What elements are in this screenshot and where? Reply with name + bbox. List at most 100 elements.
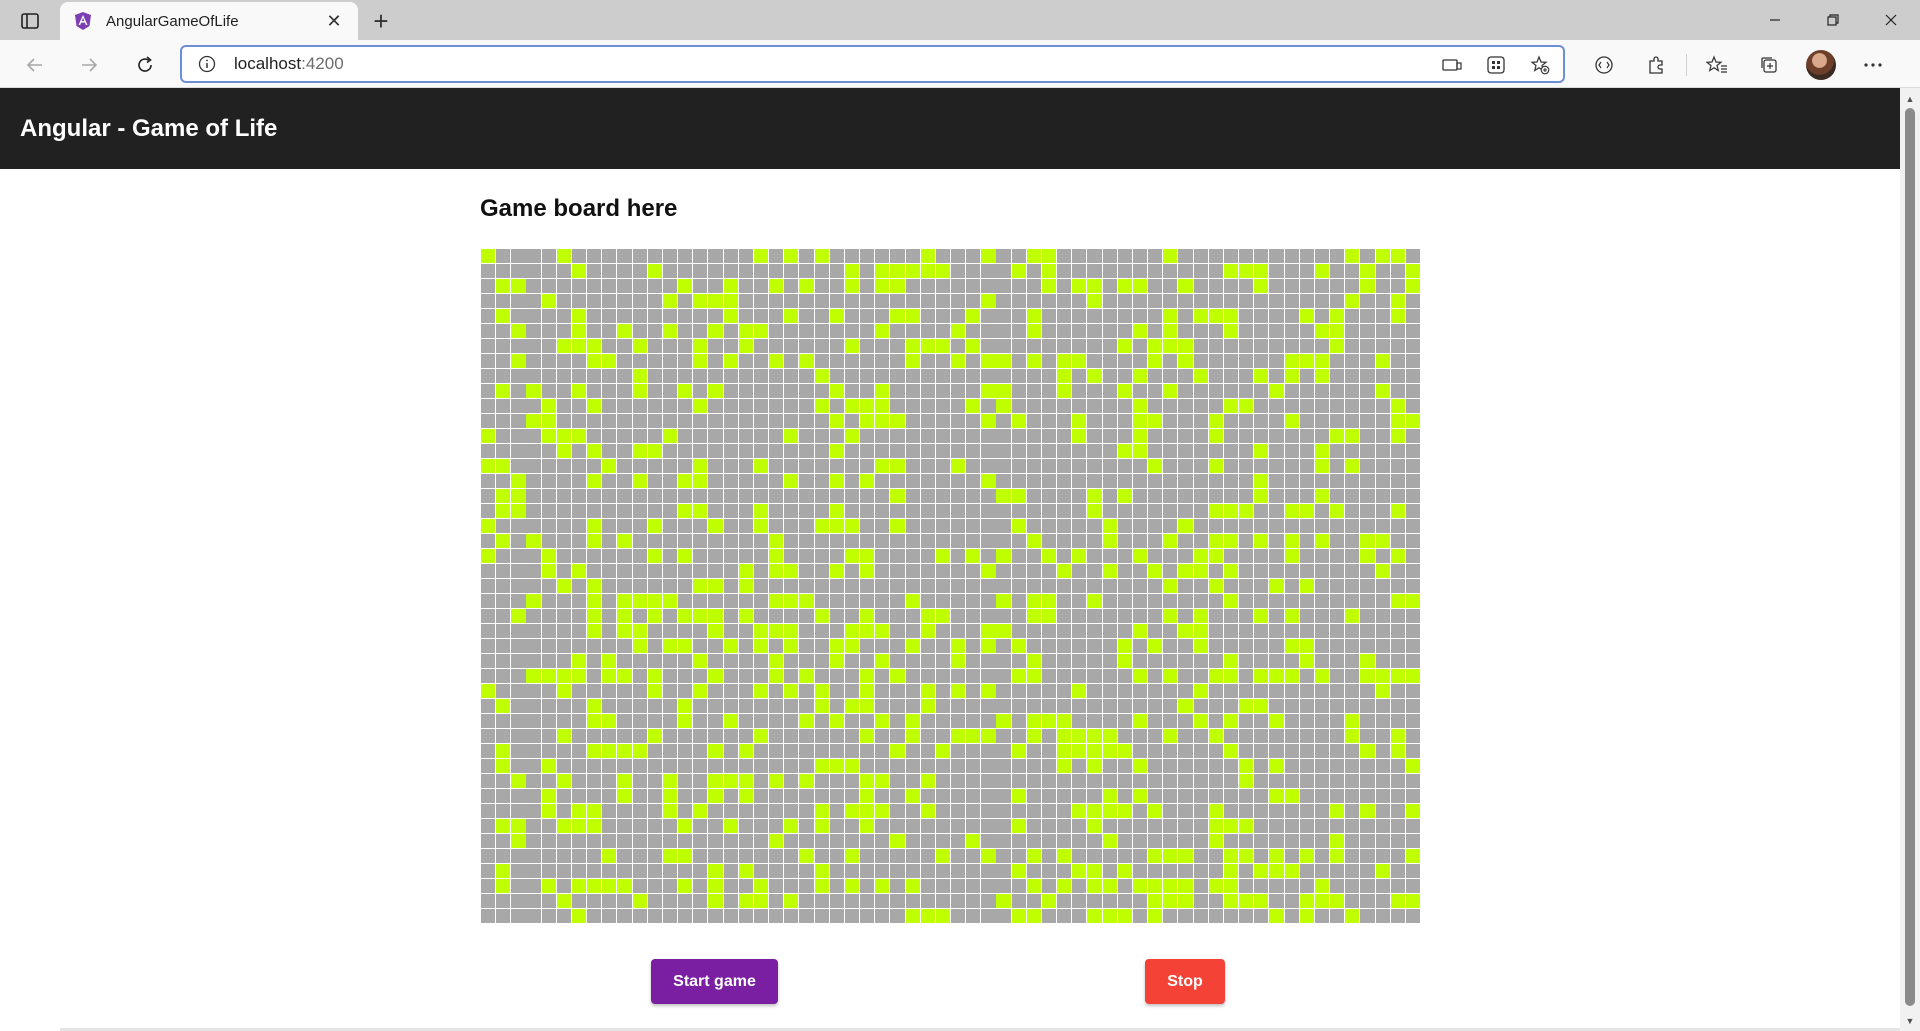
board-cell[interactable]: [1072, 518, 1087, 534]
board-cell[interactable]: [860, 713, 875, 729]
board-cell[interactable]: [769, 653, 784, 669]
board-cell[interactable]: [1072, 818, 1087, 834]
board-cell[interactable]: [738, 908, 753, 924]
board-cell[interactable]: [875, 563, 890, 579]
board-cell[interactable]: [1239, 713, 1254, 729]
board-cell[interactable]: [602, 413, 617, 429]
board-cell[interactable]: [1011, 563, 1026, 579]
board-cell[interactable]: [1254, 323, 1269, 339]
board-cell[interactable]: [693, 293, 708, 309]
board-cell[interactable]: [1360, 398, 1375, 414]
board-cell[interactable]: [784, 713, 799, 729]
board-cell[interactable]: [1223, 668, 1239, 684]
board-cell[interactable]: [1163, 668, 1178, 684]
board-cell[interactable]: [1269, 803, 1284, 819]
board-cell[interactable]: [1087, 248, 1102, 264]
board-cell[interactable]: [1208, 443, 1223, 459]
board-cell[interactable]: [1375, 878, 1390, 894]
board-cell[interactable]: [481, 698, 496, 714]
board-cell[interactable]: [875, 908, 890, 924]
board-cell[interactable]: [799, 398, 814, 414]
board-cell[interactable]: [784, 593, 799, 609]
board-cell[interactable]: [1163, 368, 1178, 384]
board-cell[interactable]: [1360, 668, 1375, 684]
board-cell[interactable]: [814, 788, 829, 804]
board-cell[interactable]: [708, 623, 723, 639]
board-cell[interactable]: [814, 683, 829, 699]
board-cell[interactable]: [1026, 533, 1041, 549]
board-cell[interactable]: [1163, 383, 1178, 399]
board-cell[interactable]: [1148, 578, 1163, 594]
board-cell[interactable]: [647, 548, 662, 564]
board-cell[interactable]: [1239, 413, 1254, 429]
board-cell[interactable]: [1254, 428, 1269, 444]
board-cell[interactable]: [875, 368, 890, 384]
board-cell[interactable]: [1360, 803, 1375, 819]
board-cell[interactable]: [587, 263, 602, 279]
board-cell[interactable]: [1057, 518, 1072, 534]
board-cell[interactable]: [1163, 473, 1178, 489]
board-cell[interactable]: [1345, 353, 1360, 369]
board-cell[interactable]: [920, 368, 935, 384]
board-cell[interactable]: [875, 683, 890, 699]
board-cell[interactable]: [1314, 833, 1330, 849]
board-cell[interactable]: [587, 488, 602, 504]
board-cell[interactable]: [481, 293, 496, 309]
board-cell[interactable]: [890, 788, 905, 804]
board-cell[interactable]: [1011, 248, 1026, 264]
board-cell[interactable]: [662, 863, 678, 879]
board-cell[interactable]: [511, 368, 526, 384]
board-cell[interactable]: [511, 443, 526, 459]
board-cell[interactable]: [511, 848, 526, 864]
board-cell[interactable]: [1193, 848, 1208, 864]
board-cell[interactable]: [1163, 458, 1178, 474]
board-cell[interactable]: [693, 848, 708, 864]
board-cell[interactable]: [662, 278, 678, 294]
board-cell[interactable]: [890, 293, 905, 309]
board-cell[interactable]: [1330, 473, 1345, 489]
board-cell[interactable]: [1117, 308, 1132, 324]
board-cell[interactable]: [784, 308, 799, 324]
board-cell[interactable]: [1193, 713, 1208, 729]
board-cell[interactable]: [481, 773, 496, 789]
board-cell[interactable]: [935, 518, 951, 534]
board-cell[interactable]: [1011, 488, 1026, 504]
board-cell[interactable]: [1239, 503, 1254, 519]
scrollbar-thumb[interactable]: [1905, 108, 1915, 1006]
board-cell[interactable]: [814, 593, 829, 609]
board-cell[interactable]: [951, 338, 966, 354]
board-cell[interactable]: [647, 278, 662, 294]
board-cell[interactable]: [1026, 743, 1041, 759]
board-cell[interactable]: [481, 803, 496, 819]
board-cell[interactable]: [602, 713, 617, 729]
board-cell[interactable]: [587, 593, 602, 609]
board-cell[interactable]: [1390, 368, 1405, 384]
board-cell[interactable]: [935, 578, 951, 594]
board-cell[interactable]: [556, 848, 571, 864]
board-cell[interactable]: [996, 548, 1011, 564]
board-cell[interactable]: [1148, 248, 1163, 264]
board-cell[interactable]: [996, 368, 1011, 384]
board-cell[interactable]: [1254, 563, 1269, 579]
board-cell[interactable]: [799, 878, 814, 894]
board-cell[interactable]: [1345, 758, 1360, 774]
board-cell[interactable]: [784, 863, 799, 879]
board-cell[interactable]: [541, 728, 556, 744]
board-cell[interactable]: [693, 743, 708, 759]
board-cell[interactable]: [647, 458, 662, 474]
board-cell[interactable]: [829, 608, 844, 624]
board-cell[interactable]: [1330, 623, 1345, 639]
board-cell[interactable]: [1360, 698, 1375, 714]
board-cell[interactable]: [496, 353, 511, 369]
board-cell[interactable]: [1057, 698, 1072, 714]
board-cell[interactable]: [662, 698, 678, 714]
board-cell[interactable]: [1057, 863, 1072, 879]
board-cell[interactable]: [844, 263, 860, 279]
board-cell[interactable]: [1314, 548, 1330, 564]
board-cell[interactable]: [875, 773, 890, 789]
board-cell[interactable]: [1254, 578, 1269, 594]
board-cell[interactable]: [951, 713, 966, 729]
board-cell[interactable]: [1026, 383, 1041, 399]
board-cell[interactable]: [708, 383, 723, 399]
board-cell[interactable]: [829, 263, 844, 279]
